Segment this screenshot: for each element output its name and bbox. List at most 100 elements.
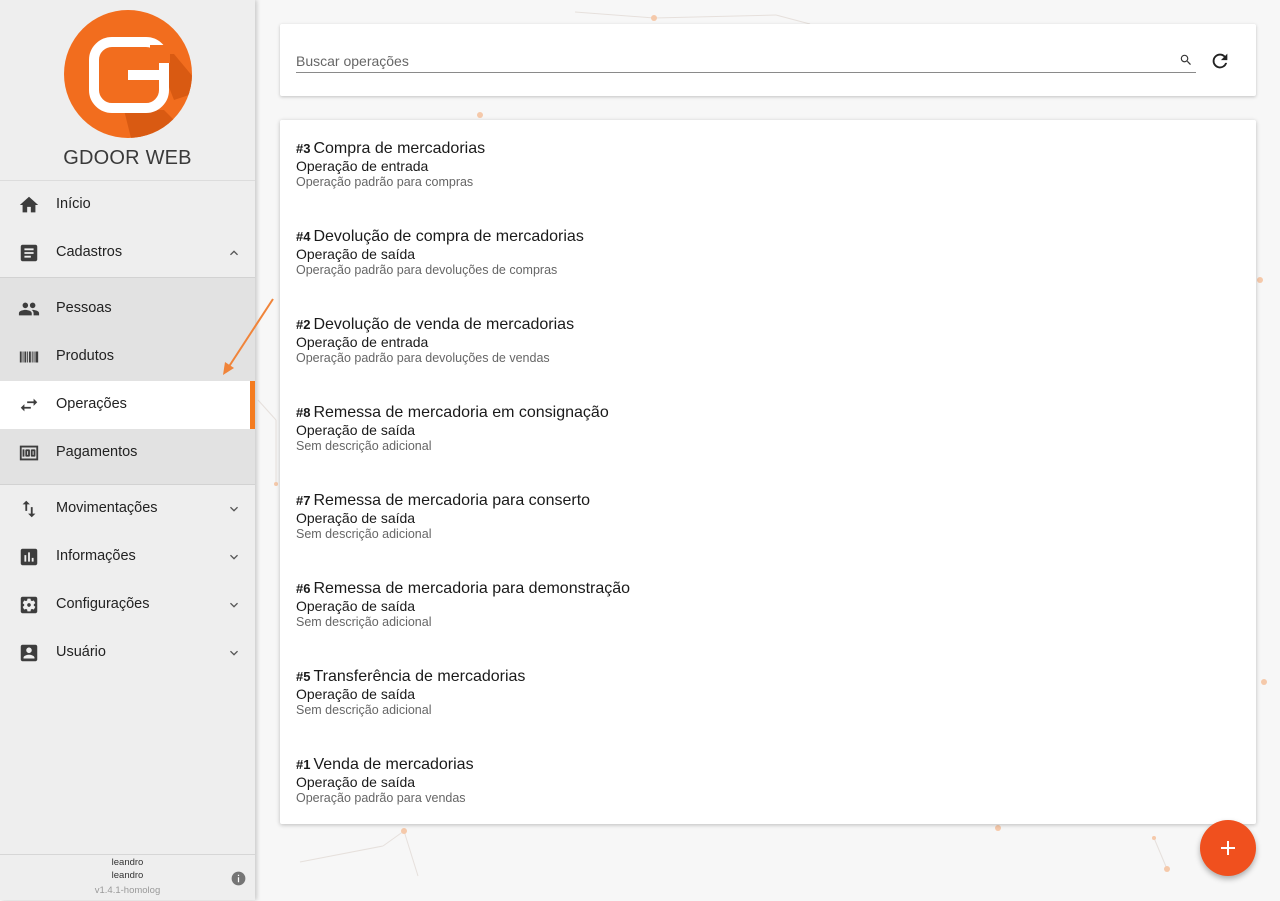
sidebar-footer: leandro leandro v1.4.1-homolog (0, 854, 255, 901)
sidebar-item-label: Configurações (56, 596, 150, 612)
operation-number: #8 (296, 405, 311, 420)
operation-type: Operação de saída (296, 246, 416, 262)
operation-title: #7 Remessa de mercadoria para conserto (296, 492, 590, 510)
swap-arrows-icon (20, 398, 38, 412)
sidebar-item-operacoes[interactable]: Operações (0, 381, 255, 429)
operation-name: Remessa de mercadoria em consignação (313, 404, 609, 421)
operation-name: Compra de mercadorias (313, 140, 486, 157)
operation-type: Operação de entrada (296, 334, 429, 350)
money-icon (19, 445, 39, 461)
sidebar-item-informacoes[interactable]: Informações (0, 533, 255, 581)
list-item[interactable]: #7 Remessa de mercadoria para conserto Ope… (280, 472, 1256, 560)
sidebar-item-label: Pessoas (56, 300, 112, 316)
sidebar-item-label: Operações (56, 396, 127, 412)
sidebar-item-pagamentos[interactable]: Pagamentos (0, 429, 255, 477)
search-card (280, 24, 1256, 96)
plus-icon (1221, 841, 1235, 855)
operation-title: #3 Compra de mercadorias (296, 140, 485, 158)
operation-title: #6 Remessa de mercadoria para demonstraçã… (296, 580, 630, 598)
sidebar-item-inicio[interactable]: Início (0, 181, 255, 229)
sidebar-item-pessoas[interactable]: Pessoas (0, 285, 255, 333)
list-item[interactable]: #3 Compra de mercadorias Operação de entra… (280, 120, 1256, 208)
operation-description: Operação padrão para devoluções de venda… (296, 351, 550, 365)
app-name: GDOOR WEB (63, 147, 192, 169)
active-indicator (250, 381, 255, 429)
info-icon[interactable] (231, 871, 246, 886)
operation-type: Operação de saída (296, 686, 416, 702)
chevron-down-icon[interactable] (226, 597, 242, 613)
people-icon (18, 302, 40, 316)
operation-number: #3 (296, 141, 311, 156)
account-box-icon (20, 644, 38, 662)
sidebar-item-label: Cadastros (56, 244, 123, 260)
operation-description: Sem descrição adicional (296, 527, 432, 541)
operation-type: Operação de saída (296, 510, 416, 526)
list-item[interactable]: #8 Remessa de mercadoria em consignação Op… (280, 384, 1256, 472)
operation-name: Devolução de venda de mercadorias (313, 316, 575, 333)
sidebar-item-label: Pagamentos (56, 444, 138, 460)
import-export-icon (22, 500, 36, 518)
chevron-down-icon[interactable] (226, 645, 242, 661)
sidebar-item-configuracoes[interactable]: Configurações (0, 581, 255, 629)
operation-description: Sem descrição adicional (296, 615, 432, 629)
operation-description: Operação padrão para compras (296, 175, 474, 189)
sidebar-item-label: Informações (56, 548, 136, 564)
list-item[interactable]: #1 Venda de mercadorias Operação de saída O… (280, 736, 1256, 824)
chevron-up-icon[interactable] (226, 245, 242, 261)
operation-number: #6 (296, 581, 311, 596)
document-icon (20, 244, 38, 262)
cadastros-submenu: Pessoas Produtos Operações Pagamentos (0, 277, 255, 485)
search-icon[interactable] (1179, 53, 1193, 67)
operation-type: Operação de saída (296, 598, 416, 614)
operation-name: Transferência de mercadorias (313, 668, 526, 685)
sidebar-item-label: Início (56, 196, 91, 212)
sidebar-item-cadastros[interactable]: Cadastros (0, 229, 255, 277)
sidebar-item-label: Usuário (56, 644, 106, 660)
refresh-icon[interactable] (1209, 50, 1231, 72)
operation-type: Operação de entrada (296, 158, 429, 174)
gdoor-logo (64, 10, 192, 138)
list-item[interactable]: #4 Devolução de compra de mercadorias Oper… (280, 208, 1256, 296)
list-item[interactable]: #2 Devolução de venda de mercadorias Opera… (280, 296, 1256, 384)
chevron-down-icon[interactable] (226, 501, 242, 517)
operation-description: Operação padrão para devoluções de compr… (296, 263, 558, 277)
user-login: leandro (111, 870, 144, 881)
operation-title: #8 Remessa de mercadoria em consignação (296, 404, 609, 422)
sidebar-item-produtos[interactable]: Produtos (0, 333, 255, 381)
search-input[interactable] (296, 50, 1196, 73)
chevron-down-icon[interactable] (226, 549, 242, 565)
operation-number: #7 (296, 493, 311, 508)
sidebar: GDOOR WEB Início Cadastros Pessoas Produ… (0, 0, 255, 900)
sidebar-item-label: Movimentações (56, 500, 158, 516)
barcode-icon (19, 351, 39, 363)
gear-icon (20, 596, 38, 614)
operation-number: #4 (296, 229, 311, 244)
operation-title: #4 Devolução de compra de mercadorias (296, 228, 584, 246)
operation-name: Venda de mercadorias (313, 756, 474, 773)
sidebar-item-label: Produtos (56, 348, 115, 364)
operation-title: #2 Devolução de venda de mercadorias (296, 316, 574, 334)
brand-header: GDOOR WEB (0, 0, 255, 181)
sidebar-item-usuario[interactable]: Usuário (0, 629, 255, 677)
list-item[interactable]: #5 Transferência de mercadorias Operação d… (280, 648, 1256, 736)
app-version: v1.4.1-homolog (94, 885, 161, 896)
user-name: leandro (111, 857, 144, 868)
add-operation-button[interactable] (1200, 820, 1256, 876)
home-icon (19, 196, 39, 213)
operation-description: Sem descrição adicional (296, 439, 432, 453)
operation-name: Remessa de mercadoria para conserto (313, 492, 591, 509)
operation-description: Sem descrição adicional (296, 703, 432, 717)
sidebar-item-movimentacoes[interactable]: Movimentações (0, 485, 255, 533)
operation-title: #5 Transferência de mercadorias (296, 668, 525, 686)
operation-type: Operação de saída (296, 422, 416, 438)
operations-list: #3 Compra de mercadorias Operação de entra… (280, 120, 1256, 824)
operation-number: #1 (296, 757, 311, 772)
operation-title: #1 Venda de mercadorias (296, 756, 474, 774)
operation-number: #2 (296, 317, 311, 332)
operation-name: Devolução de compra de mercadorias (313, 228, 584, 245)
list-item[interactable]: #6 Remessa de mercadoria para demonstraçã… (280, 560, 1256, 648)
operation-description: Operação padrão para vendas (296, 791, 466, 805)
operation-type: Operação de saída (296, 774, 416, 790)
operation-name: Remessa de mercadoria para demonstração (313, 580, 631, 597)
bar-chart-icon (20, 548, 38, 566)
